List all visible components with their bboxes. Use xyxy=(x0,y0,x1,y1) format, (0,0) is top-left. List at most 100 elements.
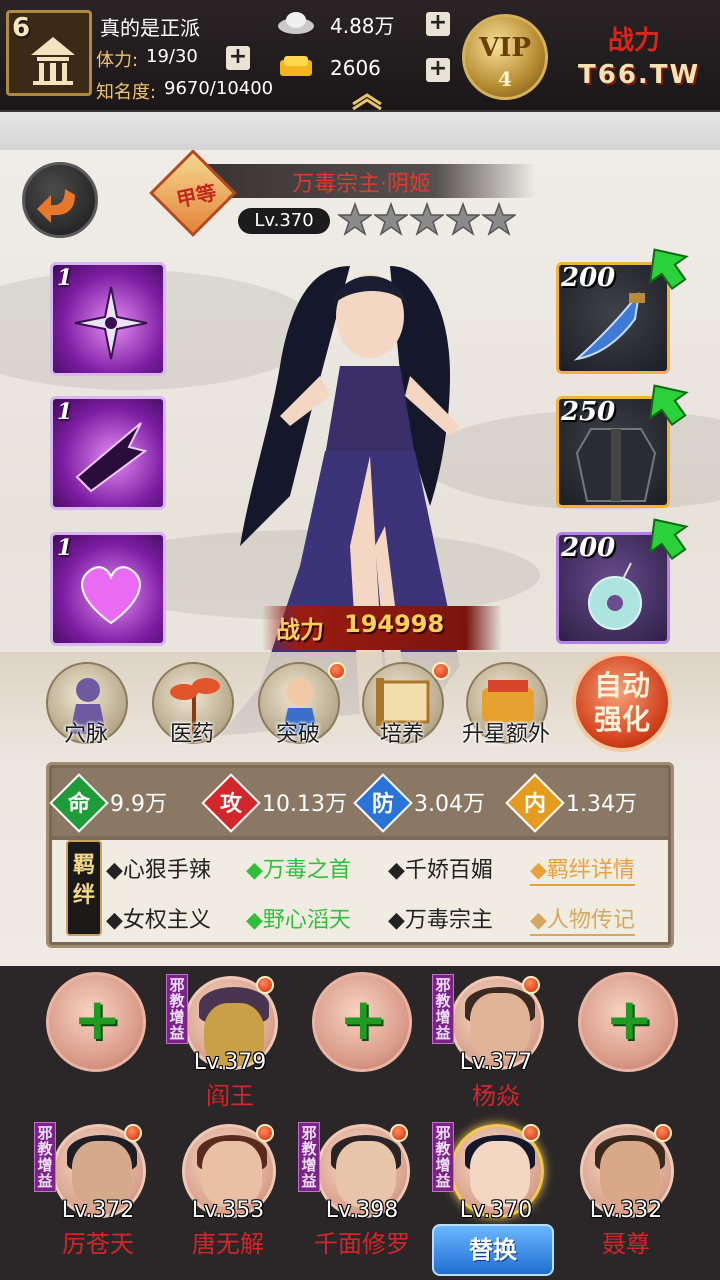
hero-slot-level: Lv.379 xyxy=(193,1050,267,1075)
notification-dot xyxy=(124,1124,142,1142)
stamina-label: 体力: xyxy=(96,50,139,71)
silver-ingot-icon xyxy=(278,12,314,34)
hero-slot-name: 杨焱 xyxy=(472,1082,520,1110)
empty-slot-add-button[interactable]: + xyxy=(46,972,146,1072)
gold-value: 2606 xyxy=(330,56,381,80)
dart-icon xyxy=(75,422,148,493)
add-gold-button[interactable]: + xyxy=(426,58,450,82)
sect-bonus-tag: 邪教增益 xyxy=(166,974,188,1044)
bond-item: ◆千娇百媚 xyxy=(388,858,493,883)
hp-value: 9.9万 xyxy=(110,792,167,817)
vip-badge[interactable]: VIP 4 xyxy=(462,14,548,100)
menu-label: 培养 xyxy=(379,722,424,747)
star-icon xyxy=(338,202,372,236)
power-label: 战力 xyxy=(276,616,324,644)
player-level: 6 xyxy=(12,13,31,43)
biography-link[interactable]: ◆人物传记 xyxy=(530,902,635,936)
attack-value: 10.13万 xyxy=(262,792,347,817)
fame-label: 知名度: xyxy=(96,82,157,103)
back-button[interactable] xyxy=(22,162,98,238)
site-logo: 战力 T66.TW xyxy=(568,14,716,100)
sect-bonus-tag: 邪教增益 xyxy=(298,1122,320,1192)
player-avatar[interactable]: 6 xyxy=(6,10,92,96)
upgrade-arrow-icon xyxy=(648,518,689,561)
jade-pendant-icon xyxy=(588,562,642,630)
hero-slot-level: Lv.332 xyxy=(589,1198,663,1223)
attr-glyph: 命 xyxy=(67,792,90,817)
hero-slot-level: Lv.353 xyxy=(191,1198,265,1223)
hero-name: 万毒宗主·阴姬 xyxy=(292,172,431,197)
swap-button[interactable]: 替换 xyxy=(432,1224,554,1276)
plus-icon: + xyxy=(73,985,122,1053)
star-icon xyxy=(410,202,444,236)
notification-dot xyxy=(522,976,540,994)
notification-dot xyxy=(256,1124,274,1142)
sect-bonus-tag: 邪教增益 xyxy=(432,974,454,1044)
equip-level: 200 xyxy=(561,533,616,563)
star-icon xyxy=(446,202,480,236)
sub-header-band xyxy=(0,112,720,150)
hero-slot-level: Lv.377 xyxy=(459,1050,533,1075)
notification-dot xyxy=(654,1124,672,1142)
sect-bonus-tag: 邪教增益 xyxy=(34,1122,56,1192)
hero-slot-name: 聂尊 xyxy=(602,1230,650,1258)
bond-tag-text: 羁绊 xyxy=(72,852,95,908)
fame-value: 9670/10400 xyxy=(164,78,274,99)
vip-label: VIP xyxy=(479,33,531,63)
armor-icon xyxy=(575,428,657,502)
dagger-icon xyxy=(573,292,645,361)
inner-value: 1.34万 xyxy=(566,792,637,817)
notification-dot xyxy=(328,662,346,680)
auto-enhance-line1: 自动 xyxy=(593,669,650,702)
bond-item: ◆野心滔天 xyxy=(246,908,351,933)
notification-dot xyxy=(390,1124,408,1142)
hero-slot-name: 唐无解 xyxy=(192,1230,264,1258)
attr-glyph: 攻 xyxy=(219,792,242,817)
empty-slot-add-button[interactable]: + xyxy=(312,972,412,1072)
auto-enhance-button[interactable] xyxy=(572,652,672,752)
hero-level: Lv.370 xyxy=(238,208,330,234)
bond-details-link[interactable]: ◆羁绊详情 xyxy=(530,852,635,886)
heart-icon xyxy=(81,566,141,625)
vip-level: 4 xyxy=(498,67,512,91)
menu-label: 医药 xyxy=(169,722,214,747)
notification-dot xyxy=(256,976,274,994)
star-icon xyxy=(482,202,516,236)
stamina-value: 19/30 xyxy=(146,46,198,67)
bond-item: ◆万毒之首 xyxy=(246,858,351,883)
notification-dot xyxy=(432,662,450,680)
menu-label: 升星额外 xyxy=(461,722,550,747)
silver-value: 4.88万 xyxy=(330,14,395,38)
hero-slot-level: Lv.370 xyxy=(459,1198,533,1223)
equip-level: 250 xyxy=(561,397,616,427)
attr-glyph: 内 xyxy=(523,792,546,817)
add-silver-button[interactable]: + xyxy=(426,12,450,36)
bond-item: ◆女权主义 xyxy=(106,908,211,933)
skill-slot-3[interactable]: 1 xyxy=(50,532,166,646)
menu-label: 穴脉 xyxy=(63,722,108,747)
skill-slot-1[interactable]: 1 xyxy=(50,262,166,376)
shuriken-icon xyxy=(74,286,148,360)
chevron-up-icon[interactable] xyxy=(350,92,384,110)
plus-icon: + xyxy=(605,985,654,1053)
sect-bonus-tag: 邪教增益 xyxy=(432,1122,454,1192)
gold-ingot-icon xyxy=(280,56,312,76)
hero-slot-level: Lv.398 xyxy=(325,1198,399,1223)
upgrade-arrow-icon xyxy=(648,384,689,427)
power-value: 194998 xyxy=(344,610,445,638)
bond-item: ◆心狠手辣 xyxy=(106,858,211,883)
upgrade-arrow-icon xyxy=(648,248,689,291)
temple-icon xyxy=(31,37,75,85)
hero-detail-panel: 甲等 万毒宗主·阴姬 Lv.370 1 1 1 200 250 200 战力 1… xyxy=(0,150,720,966)
back-arrow-icon xyxy=(37,189,75,223)
add-stamina-button[interactable]: + xyxy=(226,46,250,70)
hero-slot-name: 千面修罗 xyxy=(314,1230,410,1258)
logo-line1: 战力 xyxy=(608,26,661,56)
equip-level: 200 xyxy=(561,263,616,293)
top-bar: 6 真的是正派 体力: 19/30 + 知名度: 9670/10400 4.88… xyxy=(0,0,720,112)
empty-slot-add-button[interactable]: + xyxy=(578,972,678,1072)
player-name: 真的是正派 xyxy=(100,16,200,40)
skill-slot-2[interactable]: 1 xyxy=(50,396,166,510)
plus-icon: + xyxy=(339,985,388,1053)
logo-line2: T66.TW xyxy=(578,60,701,90)
